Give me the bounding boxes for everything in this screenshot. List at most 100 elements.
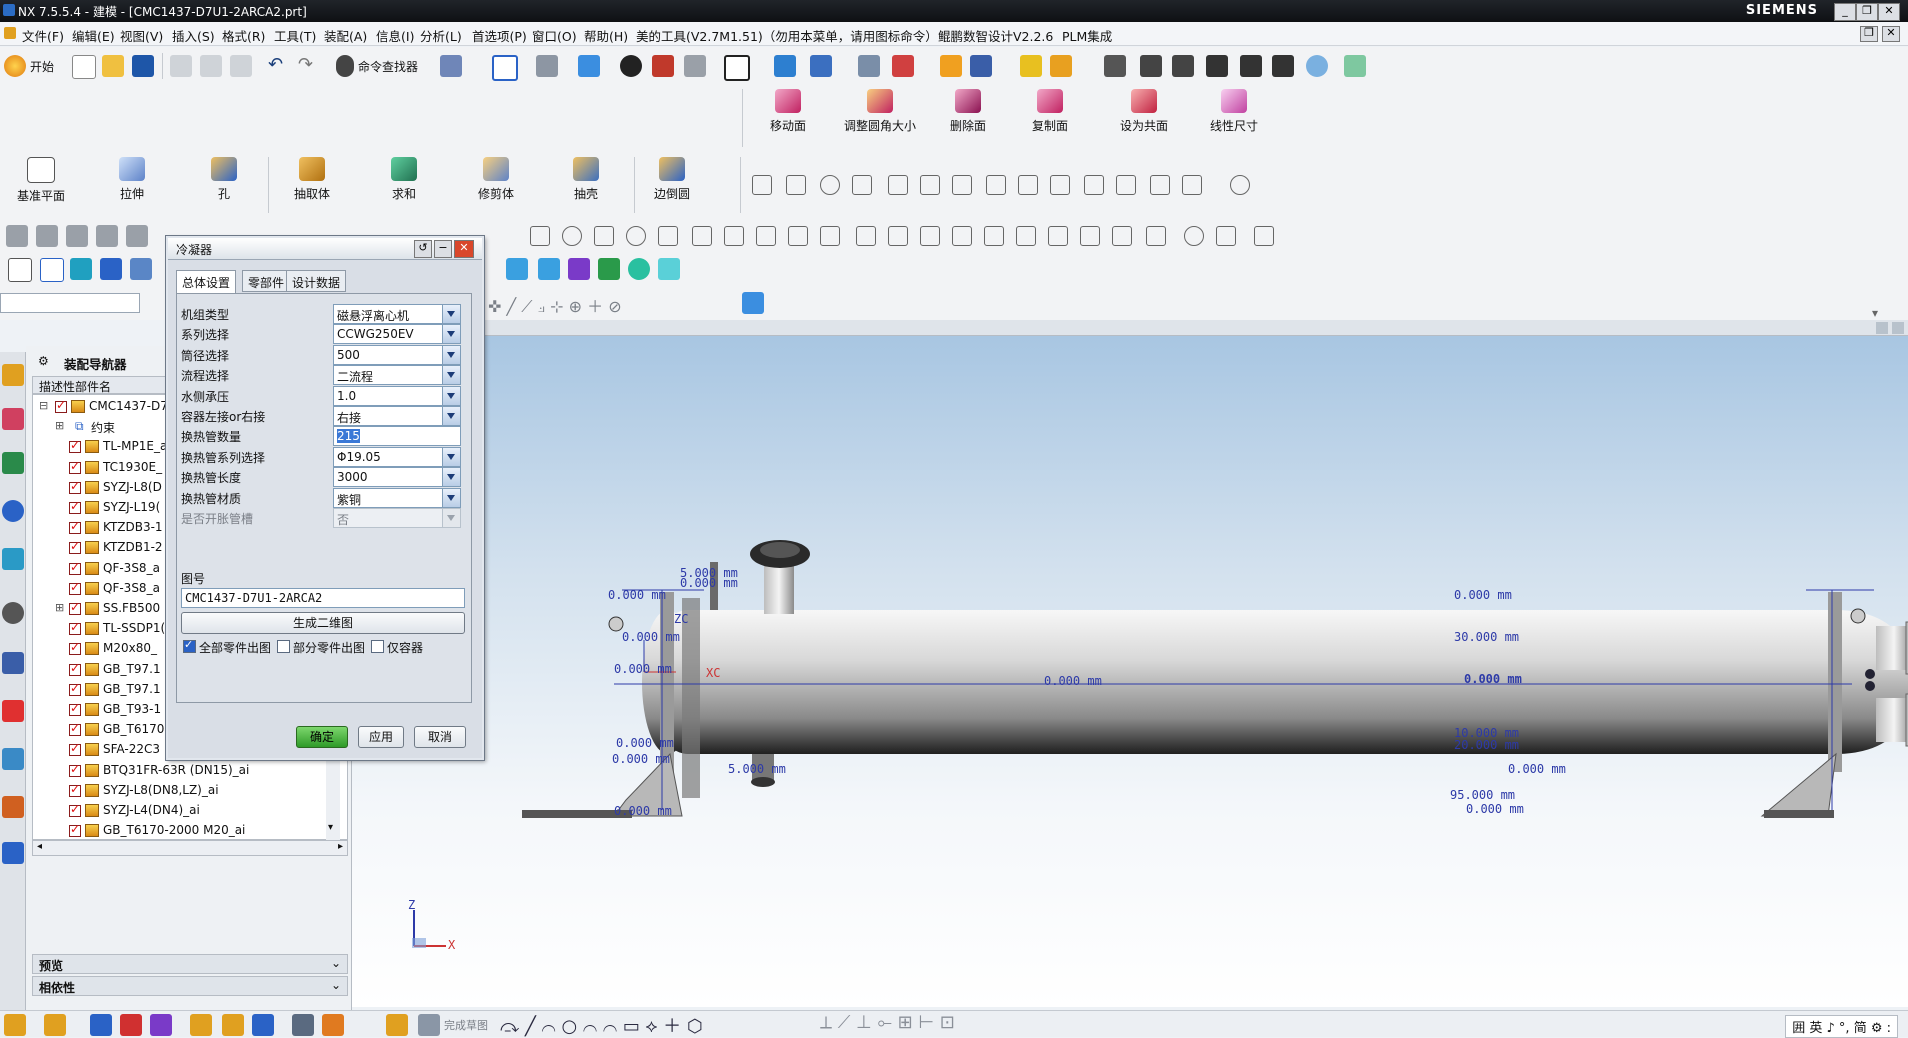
report-icon[interactable] [130,258,152,280]
generate-2d-drawing-button[interactable]: 生成二维图 [181,612,465,634]
dropdown-arrow-icon[interactable] [442,447,460,466]
assembly-tool-icon[interactable] [4,1014,26,1036]
finish-sketch-label[interactable]: 完成草图 [444,1017,488,1033]
snap-icon[interactable] [892,55,914,77]
arc-icon[interactable] [562,226,582,246]
visibility-checkbox[interactable] [69,762,81,777]
replace-component-icon[interactable] [222,1014,244,1036]
bird-icon[interactable] [506,258,528,280]
command-finder-icon[interactable] [336,55,354,77]
visibility-checkbox[interactable] [69,741,81,757]
flange-icon[interactable] [692,226,712,246]
scroll-left-icon[interactable]: ◂ [37,841,42,852]
dropdown-select[interactable]: 右接 [333,406,461,426]
clearance-icon[interactable] [322,1014,344,1036]
wave-link-icon[interactable] [252,1014,274,1036]
shading-icon[interactable] [620,55,642,77]
text-input[interactable]: 215 [333,426,461,447]
dropdown-arrow-icon[interactable] [442,468,460,487]
datum-plane-command[interactable]: 基准平面 [10,157,72,204]
tab-general-settings[interactable]: 总体设置 [176,270,237,294]
navigator-pin-icon[interactable]: ⚙ [38,354,49,368]
mate-icon[interactable] [90,1014,112,1036]
visibility-checkbox[interactable] [69,580,81,595]
hatch-icon[interactable] [952,226,972,246]
menu-kunpeng[interactable]: 鲲鹏数智设计V2.2.6 [938,26,1053,45]
box-icon[interactable] [1216,226,1236,246]
wave-icon[interactable] [1016,226,1036,246]
menu-analysis[interactable]: 分析(L) [420,26,462,45]
dropdown-arrow-icon[interactable] [442,366,460,385]
menu-insert[interactable]: 插入(S) [172,26,215,45]
location-icon[interactable] [628,258,650,280]
add-component-icon[interactable] [44,1014,66,1036]
new-file-icon[interactable] [72,55,96,79]
preview-section[interactable]: 预览 ⌄ [32,954,348,974]
cut-icon[interactable] [170,55,192,77]
open-folder-icon[interactable] [102,55,124,77]
maximize-button[interactable]: ❐ [1856,3,1878,21]
dependency-section[interactable]: 相依性 ⌄ [32,976,348,996]
dropdown-select[interactable]: 1.0 [333,385,461,406]
restore-doc-button[interactable]: ❐ [1860,26,1878,42]
mirror-icon[interactable] [788,226,808,246]
tree-row[interactable]: SYZJ-L8(DN8,LZ)_ai [33,781,333,801]
document-icon[interactable] [100,258,122,280]
analysis-icon[interactable] [940,55,962,77]
visibility-checkbox[interactable] [69,539,81,555]
visibility-checkbox[interactable] [69,640,81,656]
dropdown-arrow-icon[interactable] [442,325,460,344]
copy-icon[interactable] [200,55,222,77]
menu-view[interactable]: 视图(V) [120,26,163,45]
paste-icon[interactable] [230,55,252,77]
vessel-only-checkbox[interactable] [371,640,384,653]
ime-status[interactable]: 囲 英 ♪ °, 简 ⚙ : [1785,1015,1898,1038]
ruler-icon[interactable] [1050,55,1072,77]
expand-node-icon[interactable]: ⊞ [55,419,64,432]
extrude-command[interactable]: 拉伸 [104,157,160,202]
menu-format[interactable]: 格式(R) [222,26,265,45]
apply-button[interactable]: 应用 [358,726,404,748]
edit-icon[interactable] [1140,55,1162,77]
type-filter-select[interactable] [0,293,140,313]
partial-parts-checkbox[interactable] [277,640,290,653]
dialog-title-bar[interactable]: 冷凝器 ↺ − ✕ [168,238,482,260]
linear-dimension-command[interactable]: 线性尺寸 [1204,89,1264,134]
drafting-icon[interactable] [1104,55,1126,77]
make-coplanar-command[interactable]: 设为共面 [1114,89,1174,134]
dropdown-arrow-icon[interactable] [442,305,460,323]
tab-design-data[interactable]: 设计数据 [286,270,347,292]
save-icon[interactable] [132,55,154,77]
sweep-icon[interactable] [920,226,940,246]
window-icon[interactable] [40,258,64,282]
table-icon[interactable] [1272,55,1294,77]
assembly-navigator-icon[interactable] [2,364,24,386]
menu-tools[interactable]: 工具(T) [274,26,316,45]
pattern-icon[interactable] [856,226,876,246]
sketch-icon[interactable] [386,1014,408,1036]
delete-face-command[interactable]: 删除面 [940,89,996,134]
system-scene-icon[interactable] [2,842,24,864]
dropdown-select[interactable]: 紫铜 [333,487,461,508]
pipe-icon[interactable] [724,226,744,246]
visibility-checkbox[interactable] [69,661,81,676]
select-icon[interactable] [8,258,32,282]
wcs-icon[interactable] [774,55,796,77]
menu-window[interactable]: 窗口(O) [532,26,577,45]
tree-row[interactable]: GB_T6170-2000 M20_ai [33,821,333,839]
trim-curve-icon[interactable] [594,226,614,246]
visibility-checkbox[interactable] [69,701,81,716]
visibility-checkbox[interactable] [69,802,81,817]
tool-icon[interactable] [1206,55,1228,77]
cube-snap-icon[interactable] [742,292,764,314]
point-icon[interactable] [1184,226,1204,246]
fillet-icon[interactable] [626,226,646,246]
gear-settings-icon[interactable] [1240,55,1262,77]
ok-button[interactable]: 确定 [296,726,348,748]
fit-view-icon[interactable] [492,55,518,81]
constraint-navigator-icon[interactable] [2,408,24,430]
close-window-button[interactable]: ✕ [1878,3,1900,21]
menu-assembly[interactable]: 装配(A) [324,26,367,45]
menu-midea-tools[interactable]: 美的工具(V2.7M1.51)（勿用本菜单，请用图标命令） [636,26,938,45]
finish-sketch-icon[interactable] [418,1014,440,1036]
